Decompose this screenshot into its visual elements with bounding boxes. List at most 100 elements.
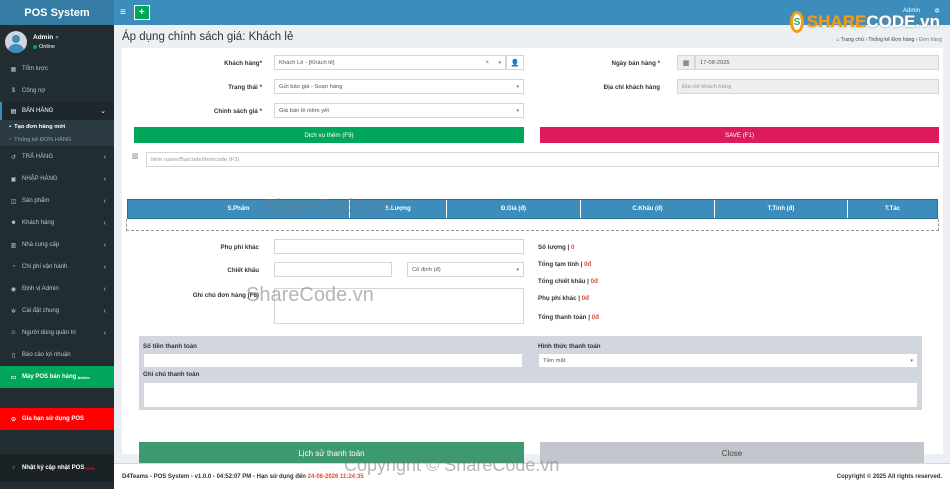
sidebar-item-suppliers[interactable]: ▥ Nhà cung cấp ‹	[0, 234, 114, 256]
status-select[interactable]: Gửi báo giá - Soạn hàng ▾	[274, 79, 524, 94]
order-note-textarea[interactable]	[274, 288, 524, 324]
items-table-header: S.Phẩm S.Lượng Đ.Giá (đ) C.Khấu (đ) T.Tí…	[127, 199, 938, 219]
other-fee-input[interactable]	[274, 239, 524, 254]
payment-amount-label: Số tiền thanh toán	[143, 343, 197, 350]
breadcrumb-home[interactable]: Trang chủ	[841, 37, 864, 43]
chevron-left-icon: ‹	[103, 241, 106, 249]
item-search-input[interactable]: Item name/Barcode/Itemcode (F3)	[146, 152, 939, 167]
users-icon: ☻	[10, 220, 17, 226]
summary-subtotal: Tổng tạm tính | 0đ	[538, 261, 592, 268]
payment-panel: Số tiền thanh toán Hình thức thanh toán …	[139, 336, 922, 410]
chevron-left-icon: ‹	[103, 197, 106, 205]
customer-label: Khách hàng*	[224, 60, 262, 67]
dashboard-icon: ▦	[10, 66, 17, 73]
payment-note-textarea[interactable]	[143, 382, 918, 408]
col-quantity: S.Lượng	[350, 200, 447, 218]
price-policy-label: Chính sách giá *	[213, 108, 262, 115]
app-logo[interactable]: POS System	[0, 0, 114, 25]
undo-icon: ↺	[10, 154, 17, 161]
sidebar-item-pos-expiry[interactable]: ⊙ Gia hạn sử dụng POS	[0, 408, 114, 430]
sidebar-item-profit-report[interactable]: ▯ Báo cáo lợi nhuận	[0, 344, 114, 366]
add-new-button[interactable]: +	[133, 5, 150, 20]
other-fee-label: Phụ phí khác	[220, 244, 259, 251]
gear-icon: ✲	[10, 308, 17, 315]
summary-other-fee: Phụ phí khác | 0đ	[538, 295, 589, 302]
clear-icon[interactable]: ×	[485, 60, 489, 66]
sidebar-item-settings[interactable]: ✲ Cài đặt chung ‹	[0, 300, 114, 322]
sidebar-item-debt[interactable]: $ Công nợ	[0, 80, 114, 102]
payment-history-button[interactable]: Lịch sử thanh toán	[139, 442, 524, 464]
user-panel: Admin ● Online	[0, 25, 114, 58]
close-button[interactable]: Close	[540, 442, 924, 464]
status-label: Trạng thái *	[228, 84, 262, 91]
user-status: Online	[39, 43, 55, 50]
page-title: Áp dụng chính sách giá: Khách lẻ	[122, 31, 294, 43]
sale-date-label: Ngày bán hàng *	[611, 60, 660, 67]
sidebar-item-pos-machine[interactable]: ▭ Máy POS bán hàng Admin	[0, 366, 114, 388]
chevron-left-icon: ‹	[103, 219, 106, 227]
chevron-left-icon: ‹	[103, 153, 106, 161]
caret-down-icon: ▾	[910, 357, 913, 364]
sidebar-subitem-new-order[interactable]: ▪ Tạo đơn hàng mới	[0, 120, 114, 133]
online-dot-icon	[33, 44, 37, 49]
discount-type-select[interactable]: Cố định (đ) ▾	[407, 262, 524, 277]
sidebar-item-summary[interactable]: ▦ Tổm lược	[0, 58, 114, 80]
save-button[interactable]: SAVE (F1)	[540, 127, 939, 143]
footer-copyright: Copyright © 2025 All rights reserved.	[836, 473, 942, 480]
price-policy-select[interactable]: Giá bán lẻ niêm yết ▾	[274, 103, 524, 118]
sidebar-item-admin-users[interactable]: ☺ Người dùng quản trị ‹	[0, 322, 114, 344]
chevron-left-icon: ‹	[103, 329, 106, 337]
desktop-icon: ▭	[10, 374, 17, 381]
summary-discount: Tổng chiết khấu | 0đ	[538, 278, 598, 285]
col-action: T.Tác	[884, 206, 900, 212]
payment-amount-input[interactable]	[143, 353, 523, 368]
sidebar-item-changelog[interactable]: ♪ Nhật ký cập nhật POS NEW	[0, 454, 114, 482]
circle-icon: ▪	[9, 123, 12, 130]
caret-down-icon: ▾	[516, 266, 519, 273]
col-total: T.Tính (đ)	[715, 200, 848, 218]
customer-address-input[interactable]: Địa chỉ khách hàng	[677, 79, 939, 94]
items-table-body	[126, 219, 939, 231]
sidebar-item-products[interactable]: ◫ Sản phẩm ‹	[0, 190, 114, 212]
cart-icon: ▤	[10, 108, 17, 115]
menu-toggle-icon[interactable]: ≡	[120, 7, 126, 18]
payment-method-select[interactable]: Tiền mặt ▾	[538, 353, 918, 368]
discount-input[interactable]	[274, 262, 392, 277]
chevron-down-icon: ⌄	[100, 108, 106, 115]
extra-service-button[interactable]: Dịch vụ thêm (F9)	[134, 127, 524, 143]
summary-quantity: Số lượng | 0	[538, 244, 575, 251]
footer: D4Teams - POS System - v1.0.0 - 04:52:07…	[114, 463, 950, 489]
caret-down-icon: ▾	[516, 107, 519, 114]
sidebar: POS System Admin ● Online ▦ Tổm lược $ Côn…	[0, 0, 114, 489]
col-discount: C.Khấu (đ)	[581, 200, 715, 218]
chevron-left-icon: ‹	[103, 175, 106, 183]
breadcrumb-order-stats[interactable]: Thống kê Đơn hàng	[868, 37, 914, 43]
sale-date-input[interactable]: 17-08-2025	[695, 55, 939, 70]
customer-select[interactable]: Khách Lẻ - [Khách lẻ] × ▾	[274, 55, 506, 70]
customer-address-label: Địa chỉ khách hàng	[603, 84, 660, 91]
add-customer-button[interactable]: 👤	[506, 55, 524, 70]
user-shield-icon: ☺	[10, 330, 17, 336]
summary-total: Tổng thanh toán | 0đ	[538, 314, 599, 321]
truck-icon: ▣	[10, 176, 17, 183]
content-wrapper: Áp dụng chính sách giá: Khách lẻ ⌂ Trang…	[114, 25, 950, 489]
sidebar-subitem-order-stats[interactable]: ▫ Thống kê ĐƠN HÀNG	[0, 133, 114, 146]
sidebar-item-returns[interactable]: ↺ TRẢ HÀNG ‹	[0, 146, 114, 168]
money-icon: $	[11, 88, 16, 94]
col-product: S.Phẩm	[128, 200, 350, 218]
chevron-left-icon: ‹	[103, 285, 106, 293]
breadcrumb: ⌂ Trang chủ › Thống kê Đơn hàng › Đơn hà…	[836, 37, 942, 43]
sidebar-item-import[interactable]: ▣ NHẬP HÀNG ‹	[0, 168, 114, 190]
caret-down-icon: ▾	[516, 83, 519, 90]
user-plus-icon: 👤	[510, 59, 520, 67]
sidebar-item-customers[interactable]: ☻ Khách hàng ‹	[0, 212, 114, 234]
calendar-icon[interactable]: ▦	[677, 55, 695, 70]
map-marker-icon: ◉	[10, 286, 17, 293]
sidebar-item-admin-locate[interactable]: ◉ Định vị Admin ‹	[0, 278, 114, 300]
home-icon: ⌂	[836, 37, 840, 43]
bell-icon: ♪	[12, 465, 15, 471]
footer-version: D4Teams - POS System - v1.0.0 - 04:52:07…	[122, 473, 306, 480]
sidebar-item-sales[interactable]: ▤ BÁN HÀNG ⌄	[0, 102, 114, 120]
sidebar-item-expenses[interactable]: ◔ Chi phí vận hành ‹	[0, 256, 114, 278]
col-unit-price: Đ.Giá (đ)	[447, 200, 581, 218]
